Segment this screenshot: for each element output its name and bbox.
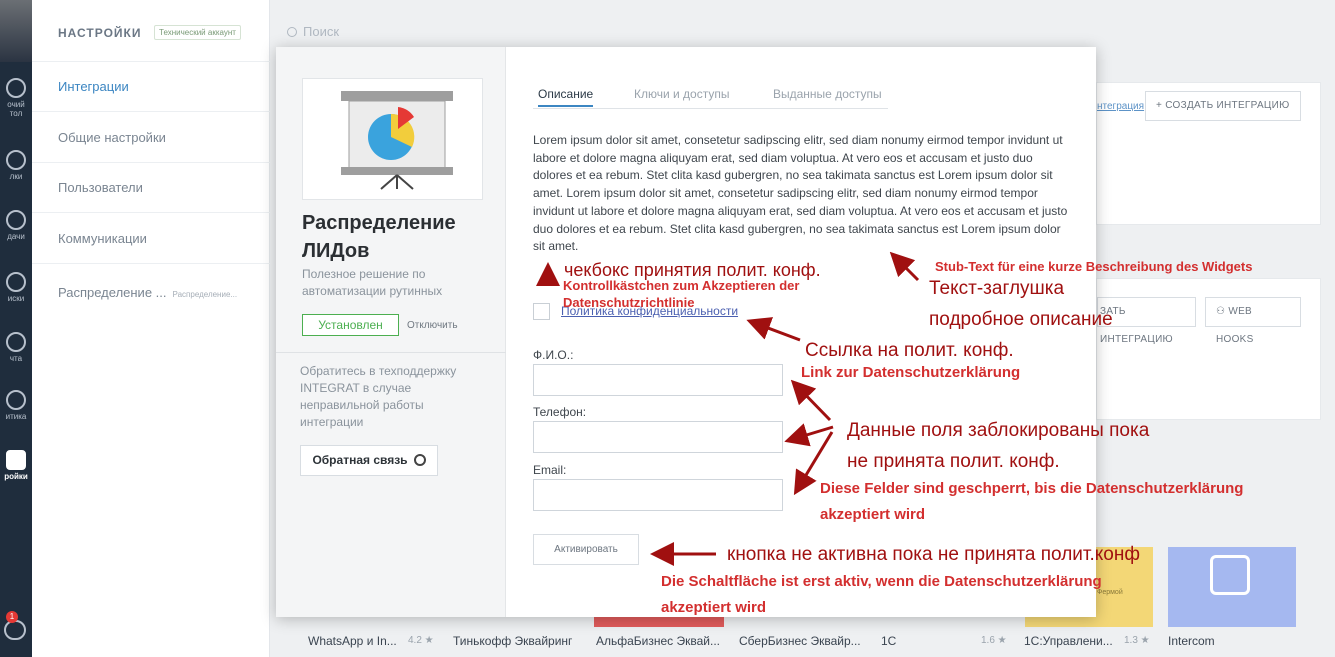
annotation-fields-ru-1: Данные поля заблокированы пока xyxy=(847,420,1150,441)
left-rail: очий тол лки дачи иски чта итика ройки 1 xyxy=(0,0,32,657)
app-description: Полезное решение по автоматизации рутинн… xyxy=(302,267,443,298)
presentation-chart-icon xyxy=(341,91,453,190)
chat-icon[interactable] xyxy=(4,620,26,640)
tab-description[interactable]: Описание xyxy=(538,87,594,107)
tile-rating: 1.3 ★ xyxy=(1124,635,1150,646)
privacy-checkbox[interactable] xyxy=(533,303,550,320)
deals-icon xyxy=(6,150,26,170)
tile-name[interactable]: WhatsApp и In... xyxy=(308,634,397,648)
settings-sidebar: НАСТРОЙКИ Технический аккаунт Интеграции… xyxy=(32,0,270,657)
account-badge: Технический аккаунт xyxy=(154,25,241,40)
activate-button[interactable]: Активировать xyxy=(533,534,639,565)
settings-item-users[interactable]: Пользователи xyxy=(58,180,258,195)
search-input[interactable]: Поиск xyxy=(287,24,339,39)
annotation-button-de-2: akzeptiert wird xyxy=(661,599,767,616)
field-label-phone: Телефон: xyxy=(533,405,587,419)
divider xyxy=(32,61,270,62)
analytics-icon xyxy=(6,390,26,410)
background-link[interactable]: нтеграция xyxy=(1097,101,1144,112)
chat-badge: 1 xyxy=(6,611,18,623)
tab-keys-access[interactable]: Ключи и доступы xyxy=(634,87,729,101)
feedback-button[interactable]: Обратная связь xyxy=(300,445,438,476)
create-integration-button[interactable]: + СОЗДАТЬ ИНТЕГРАЦИЮ xyxy=(1145,91,1301,121)
annotation-stub-ru-2: подробное описание xyxy=(929,309,1113,330)
web-hooks-button[interactable]: ⚇ WEB HOOKS xyxy=(1205,297,1301,345)
description-text: Lorem ipsum dolor sit amet, consetetur s… xyxy=(533,133,1068,254)
divider xyxy=(32,212,270,213)
field-label-email: Email: xyxy=(533,463,567,477)
rail-item-tasks[interactable]: дачи xyxy=(0,210,32,241)
settings-item-general[interactable]: Общие настройки xyxy=(58,130,258,145)
tile-rating: 4.2 ★ xyxy=(408,635,434,646)
settings-wrench-icon xyxy=(6,450,26,470)
divider xyxy=(276,352,506,353)
webhook-icon: ⚇ xyxy=(1216,306,1229,317)
disable-button[interactable]: Отключить xyxy=(407,320,458,331)
intercom-logo-icon xyxy=(1210,555,1250,595)
tasks-icon xyxy=(6,210,26,230)
rail-item-desktop[interactable]: очий тол xyxy=(0,78,32,118)
installed-status-button[interactable]: Установлен xyxy=(302,314,399,336)
settings-item-communications[interactable]: Коммуникации xyxy=(58,231,258,246)
settings-item-distribution[interactable]: Распределение ... Распределение... xyxy=(58,285,258,300)
email-field[interactable] xyxy=(533,479,783,511)
field-label-name: Ф.И.О.: xyxy=(533,348,574,362)
tile-name[interactable]: 1С:Управлени... xyxy=(1024,634,1113,648)
tile-name[interactable]: Тинькофф Эквайринг xyxy=(453,634,572,648)
name-field[interactable] xyxy=(533,364,783,396)
modal-sidebar: Распределение ЛИДов Полезное решение по … xyxy=(276,47,506,617)
annotation-fields-ru-2: не принята полит. конф. xyxy=(847,451,1060,472)
divider xyxy=(32,263,270,264)
settings-title: НАСТРОЙКИ xyxy=(58,26,142,40)
rail-item-deals[interactable]: лки xyxy=(0,150,32,181)
app-logo xyxy=(302,78,483,200)
desktop-icon xyxy=(6,78,26,98)
rail-item-lists[interactable]: иски xyxy=(0,272,32,303)
annotation-button-ru: кнопка не активна пока не принята полит.… xyxy=(727,544,1140,565)
support-text: Обратитесь в техподдержку INTEGRAT в слу… xyxy=(300,364,457,429)
lists-icon xyxy=(6,272,26,292)
search-icon xyxy=(287,27,297,37)
tile-name[interactable]: АльфаБизнес Эквай... xyxy=(596,634,720,648)
annotation-link-de: Link zur Datenschutzerklärung xyxy=(801,364,1021,381)
rail-item-mail[interactable]: чта xyxy=(0,332,32,363)
annotation-stub-ru-1: Текст-заглушка xyxy=(929,278,1065,299)
divider xyxy=(32,162,270,163)
rail-item-settings[interactable]: ройки xyxy=(0,450,32,481)
annotation-link-ru: Ссылка на полит. конф. xyxy=(805,340,1014,361)
annotation-checkbox-de: Kontrollkästchen zum Akzeptieren der Dat… xyxy=(563,278,800,310)
modal-tabs: Описание Ключи и доступы Выданные доступ… xyxy=(533,85,888,109)
settings-item-integrations[interactable]: Интеграции xyxy=(58,79,258,94)
tile-name[interactable]: Intercom xyxy=(1168,634,1215,648)
annotation-fields-de-2: akzeptiert wird xyxy=(820,506,926,523)
annotation-fields-de-1: Diese Felder sind geschperrt, bis die Da… xyxy=(820,480,1244,497)
integration-modal: Распределение ЛИДов Полезное решение по … xyxy=(276,47,1096,617)
tile-rating: 1.6 ★ xyxy=(981,635,1007,646)
tile-name[interactable]: 1С xyxy=(881,634,896,648)
tab-issued-access[interactable]: Выданные доступы xyxy=(773,87,882,101)
mail-icon xyxy=(6,332,26,352)
tile-bg-intercom xyxy=(1168,547,1296,627)
tile-name[interactable]: СберБизнес Эквайр... xyxy=(739,634,861,648)
app-name: Распределение ЛИДов xyxy=(302,212,456,262)
annotation-stub-de: Stub-Text für eine kurze Beschreibung de… xyxy=(935,259,1253,274)
rail-avatar-image[interactable] xyxy=(0,0,32,62)
phone-field[interactable] xyxy=(533,421,783,453)
divider xyxy=(32,111,270,112)
annotation-button-de-1: Die Schaltfläche ist erst aktiv, wenn di… xyxy=(661,573,1102,590)
lifebuoy-icon xyxy=(413,454,426,466)
rail-item-analytics[interactable]: итика xyxy=(0,390,32,421)
